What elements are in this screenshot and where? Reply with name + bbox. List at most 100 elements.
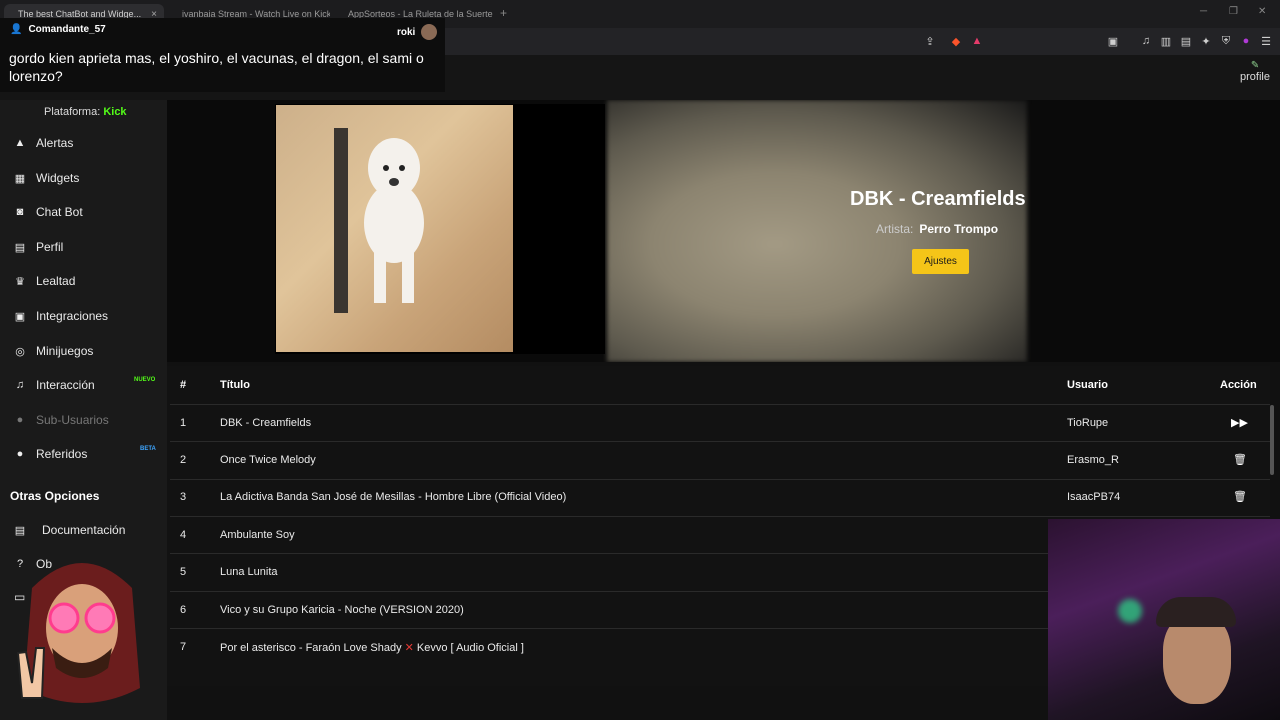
share-icon[interactable]: ⇪ [923, 34, 937, 48]
streamer-avatar [16, 563, 140, 703]
user-group-icon: ● [16, 448, 24, 460]
sidebar-item-label: Sub-Usuarios [36, 413, 109, 427]
row-title: Ambulante Soy [220, 529, 295, 541]
sidebar-item-label: Interacción [36, 378, 95, 392]
rewards-icon[interactable]: ▲ [970, 34, 984, 48]
grid-icon: ▦ [14, 172, 26, 185]
artist-label: Artista: [876, 222, 914, 236]
row-number: 5 [180, 566, 187, 578]
minimize-icon[interactable]: ─ [1200, 6, 1207, 17]
row-user: IsaacPB74 [1067, 491, 1121, 503]
sidebar-item-sub-usuarios[interactable]: ● Sub-Usuarios [14, 410, 109, 430]
sidebar-item-alertas[interactable]: ▲ Alertas [14, 133, 74, 153]
new-tab-button[interactable]: + [500, 6, 507, 20]
sidebar-item-label: Integraciones [36, 309, 109, 323]
chat-message: gordo kien aprieta mas, el yoshiro, el v… [9, 50, 424, 84]
streamer-face [1163, 614, 1231, 704]
chat-streamer: roki [397, 24, 438, 40]
sidebar-item-perfil[interactable]: ▤ Perfil [14, 237, 64, 257]
sidebar-item-minijuegos[interactable]: ◎ Minijuegos [14, 341, 93, 361]
section-title: Otras Opciones [10, 489, 100, 503]
extension-icon[interactable]: ● [1239, 34, 1253, 48]
webcam-overlay [1048, 519, 1280, 720]
sidebar-item-label: Lealtad [36, 274, 76, 288]
gamepad-icon: ◎ [15, 345, 25, 358]
row-number: 4 [180, 529, 187, 541]
sidebar-item-label: Widgets [36, 171, 80, 185]
cross-mark-icon: ✕ [404, 642, 414, 654]
row-number: 2 [180, 454, 187, 466]
extensions-icon[interactable]: ✦ [1199, 34, 1213, 48]
row-title-part: Kevvo [ Audio Oficial ] [413, 642, 524, 654]
now-playing-banner [167, 100, 1280, 362]
menu-icon[interactable]: ☰ [1259, 34, 1273, 48]
row-user: TioRupe [1067, 417, 1109, 429]
streamer-cap [1156, 597, 1236, 627]
platform-indicator: Plataforma: Kick [44, 106, 127, 118]
sidebar-item-label: Referidos [36, 447, 88, 461]
now-playing-artist: Artista: Perro Trompo [876, 222, 998, 236]
chat-user: 👤 Comandante_57 [10, 24, 106, 35]
chat-username: Comandante_57 [28, 24, 106, 35]
sidebar-item-interaccion[interactable]: ♫ Interacción [14, 375, 95, 395]
settings-button[interactable]: Ajustes [912, 249, 969, 274]
platform-label: Plataforma: [44, 106, 101, 118]
row-user: Erasmo_R [1067, 454, 1119, 466]
column-header-number: # [180, 379, 187, 391]
poodle-image [334, 128, 424, 313]
sidebar-item-label: Alertas [36, 136, 74, 150]
row-number: 7 [180, 641, 187, 653]
new-badge: NUEVO [134, 377, 156, 383]
users-icon: ● [16, 414, 24, 426]
scrollbar[interactable] [1270, 405, 1274, 475]
screenshot-icon[interactable]: ▣ [1106, 34, 1120, 48]
profile-label: profile [1240, 71, 1270, 83]
column-header-title: Título [220, 379, 250, 391]
column-header-user: Usuario [1067, 379, 1108, 391]
row-title: DBK - Creamfields [220, 417, 312, 429]
trash-icon[interactable]: 🗑 [1233, 490, 1247, 503]
light-glow [1118, 599, 1142, 623]
id-card-icon: ▤ [14, 241, 26, 254]
row-title: Vico y su Grupo Karicia - Noche (VERSION… [220, 604, 464, 616]
plug-icon: ▣ [14, 310, 26, 323]
column-header-action: Acción [1220, 379, 1257, 391]
platform-value: Kick [103, 106, 127, 118]
sidebar-item-label: Documentación [42, 523, 126, 537]
book-icon: ▤ [14, 524, 26, 537]
row-number: 6 [180, 604, 187, 616]
row-number: 3 [180, 491, 187, 503]
window-close-icon[interactable]: ✕ [1258, 6, 1266, 17]
sidebar-item-label: Perfil [36, 240, 64, 254]
robot-icon: ◙ [16, 206, 24, 218]
music-icon: ♫ [15, 379, 25, 391]
music-icon[interactable]: ♫ [1139, 34, 1153, 48]
chat-streamer-name: roki [397, 26, 416, 38]
user-icon: 👤 [10, 24, 23, 35]
profile-icon: ✎ [1250, 60, 1260, 71]
beta-badge: BETA [140, 446, 156, 452]
sidebar-item-lealtad[interactable]: ♛ Lealtad [14, 271, 75, 291]
row-title: Por el asterisco - Faraón Love Shady ✕ K… [220, 641, 524, 654]
row-title: La Adictiva Banda San José de Mesillas -… [220, 491, 567, 503]
sidebar-item-integraciones[interactable]: ▣ Integraciones [14, 306, 108, 326]
sidebar-item-referidos[interactable]: ● Referidos [14, 444, 88, 464]
restore-icon[interactable]: ❐ [1229, 6, 1238, 17]
trash-icon[interactable]: 🗑 [1233, 453, 1247, 466]
trophy-icon: ♛ [15, 275, 25, 288]
brave-shield-icon[interactable]: ◆ [949, 34, 963, 48]
skip-icon[interactable]: ▶▶ [1231, 416, 1248, 429]
row-title-part: Por el asterisco - Faraón Love Shady [220, 642, 405, 654]
row-title: Once Twice Melody [220, 454, 316, 466]
warning-icon: ▲ [14, 137, 26, 149]
sidebar-item-widgets[interactable]: ▦ Widgets [14, 168, 80, 188]
sidebar-item-documentacion[interactable]: ▤ Documentación [14, 520, 126, 540]
sidebar-item-chat-bot[interactable]: ◙ Chat Bot [14, 202, 83, 222]
row-title: Luna Lunita [220, 566, 278, 578]
sidebar-item-label: Minijuegos [36, 344, 94, 358]
profile-button[interactable]: ✎ profile [1240, 60, 1270, 83]
wallet-icon[interactable]: ▤ [1179, 34, 1193, 48]
sidebar-item-label: Chat Bot [36, 205, 83, 219]
sidebar-icon[interactable]: ▥ [1159, 34, 1173, 48]
vpn-icon[interactable]: ⛨ [1219, 34, 1233, 48]
